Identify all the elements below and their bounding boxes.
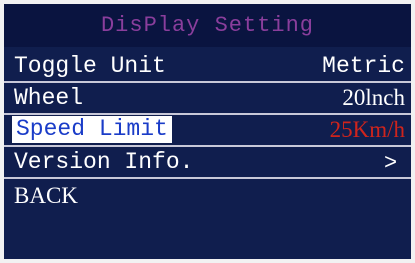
menu-item-wheel[interactable]: Wheel 20lnch (4, 83, 411, 115)
chevron-right-icon: > (384, 149, 397, 174)
menu-item-back[interactable]: BACK (4, 181, 411, 213)
menu-item-version-info[interactable]: Version Info. > (4, 147, 411, 179)
menu-item-label: BACK (14, 183, 78, 208)
display-screen: DisPlay Setting Toggle Unit Metric Wheel… (4, 4, 411, 259)
menu-item-label: Version Info. (14, 149, 194, 175)
row-divider (4, 177, 411, 179)
device-bezel: DisPlay Setting Toggle Unit Metric Wheel… (0, 0, 415, 263)
menu-item-value-selected: 25Km/h (329, 117, 405, 142)
menu-item-label-selected: Speed Limit (12, 116, 172, 143)
screen-title: DisPlay Setting (4, 4, 411, 47)
menu-item-speed-limit[interactable]: Speed Limit 25Km/h (4, 115, 411, 147)
menu-item-toggle-unit[interactable]: Toggle Unit Metric (4, 51, 411, 83)
menu-item-label: Wheel (14, 85, 84, 111)
menu-item-label: Toggle Unit (14, 53, 166, 79)
menu-item-value: 20lnch (342, 85, 405, 110)
menu-item-value: Metric (322, 53, 405, 79)
